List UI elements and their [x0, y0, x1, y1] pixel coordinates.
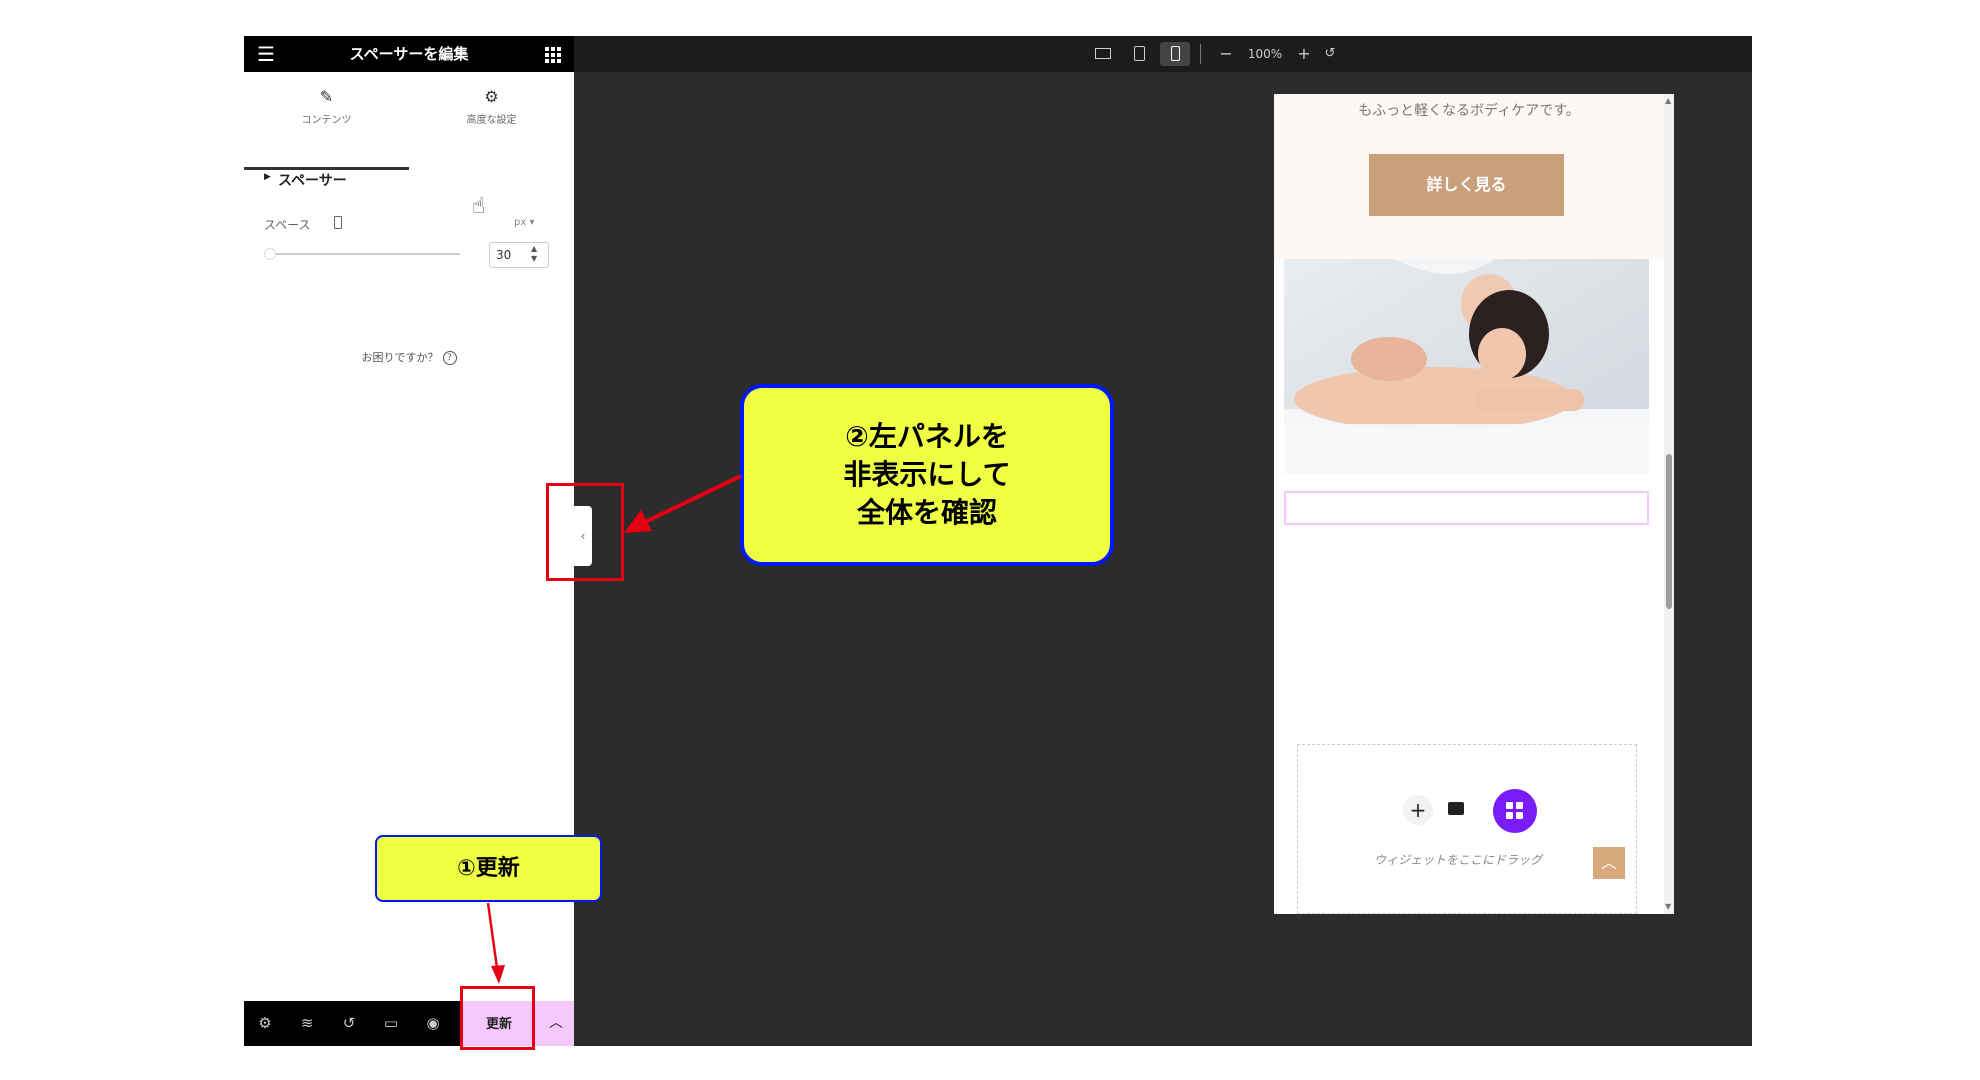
space-slider-handle[interactable] — [264, 248, 276, 260]
widget-drop-zone[interactable]: + ウィジェットをここにドラッグ ︿ — [1297, 744, 1637, 914]
section-title[interactable]: スペーサー — [278, 170, 347, 190]
history-icon[interactable]: ↺ — [328, 1001, 370, 1046]
space-slider[interactable] — [274, 253, 460, 255]
responsive-icon[interactable]: ▭ — [370, 1001, 412, 1046]
space-input[interactable] — [489, 242, 549, 268]
callout-line-1: ②左パネルを — [845, 420, 1009, 453]
eye-icon[interactable]: ◉ — [412, 1001, 454, 1046]
callout-line-3: 全体を確認 — [856, 496, 997, 529]
preview-cta-section: もふっと軽くなるボディケアです。 詳しく見る — [1274, 94, 1664, 259]
collapse-handle-highlight — [546, 483, 624, 581]
panel-tabs: ✎ コンテンツ ⚙ 高度な設定 — [244, 72, 574, 172]
spacer-widget-outline[interactable] — [1284, 491, 1649, 525]
folder-icon[interactable] — [1448, 802, 1464, 815]
space-label: スペース — [264, 218, 311, 232]
unit-select-value: px — [514, 217, 527, 228]
settings-icon[interactable]: ⚙ — [244, 1001, 286, 1046]
hide-panel-callout: ②左パネルを 非表示にして 全体を確認 — [740, 384, 1114, 566]
update-callout: ①更新 — [375, 835, 602, 902]
scroll-top-icon[interactable]: ︿ — [1593, 847, 1625, 879]
scroll-down-icon[interactable]: ▼ — [1665, 902, 1671, 911]
zoom-level: 100% — [1247, 47, 1283, 61]
callout-line-2: 非表示にして — [843, 458, 1011, 491]
top-toolbar: − 100% + ↺ — [574, 36, 1752, 72]
tablet-view-icon[interactable] — [1124, 36, 1154, 72]
zoom-in-button[interactable]: + — [1292, 36, 1316, 72]
massage-photo — [1284, 259, 1649, 474]
pencil-icon: ✎ — [319, 87, 334, 106]
update-button-highlight — [460, 986, 535, 1050]
toolbar-divider — [1200, 44, 1201, 64]
reset-zoom-icon[interactable]: ↺ — [1318, 36, 1342, 72]
preview-scrollbar[interactable]: ▲ ▼ — [1664, 94, 1674, 914]
help-text: お困りですか？ — [361, 351, 439, 364]
chevron-up-icon[interactable]: ︿ — [538, 1001, 574, 1046]
zoom-out-button[interactable]: − — [1214, 36, 1238, 72]
tab-advanced[interactable]: ⚙ 高度な設定 — [409, 72, 574, 172]
templates-icon[interactable] — [1493, 789, 1537, 833]
hand-cursor-icon: ☝ — [472, 194, 486, 219]
mobile-device-icon[interactable] — [334, 216, 342, 229]
panel-title: スペーサーを編集 — [349, 45, 469, 63]
details-button[interactable]: 詳しく見る — [1369, 154, 1564, 216]
widgets-grid-icon[interactable] — [540, 42, 564, 66]
hamburger-menu-icon[interactable]: ☰ — [254, 42, 278, 66]
tab-content-label: コンテンツ — [301, 115, 352, 126]
layers-icon[interactable]: ≋ — [286, 1001, 328, 1046]
section-caret-icon[interactable]: ▶ — [264, 172, 271, 182]
spinner-arrows-icon[interactable]: ▲ ▼ — [531, 244, 537, 264]
add-section-icon[interactable]: + — [1403, 795, 1433, 825]
drop-hint-text: ウィジェットをここにドラッグ — [1373, 853, 1542, 867]
gear-icon: ⚙ — [484, 87, 499, 106]
desktop-view-icon[interactable] — [1088, 36, 1118, 72]
mobile-preview-frame: もふっと軽くなるボディケアです。 詳しく見る + ウィジェットをここにドラッグ … — [1274, 94, 1674, 914]
preview-subtitle: もふっと軽くなるボディケアです。 — [1358, 103, 1580, 119]
tab-content[interactable]: ✎ コンテンツ — [244, 72, 409, 172]
tab-advanced-label: 高度な設定 — [466, 115, 517, 126]
unit-select[interactable]: px ▾ — [514, 217, 534, 228]
help-icon: ? — [442, 351, 457, 365]
scroll-up-icon[interactable]: ▲ — [1665, 96, 1671, 105]
scrollbar-thumb[interactable] — [1666, 454, 1672, 609]
panel-header: ☰ スペーサーを編集 — [244, 36, 574, 72]
mobile-view-icon[interactable] — [1160, 42, 1190, 66]
help-link[interactable]: お困りですか？? — [244, 349, 574, 365]
